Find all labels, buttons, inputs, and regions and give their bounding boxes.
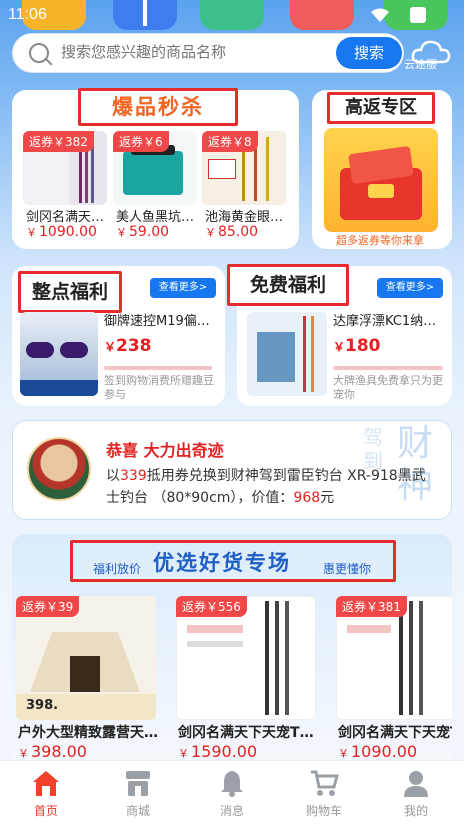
cart-icon	[311, 770, 339, 796]
user-icon	[404, 771, 428, 797]
product-price: ￥ 398.00	[18, 742, 87, 761]
lucky-text: 以339抵用券兑换到财神驾到雷臣钓台 XR-918黑武士钓台 （80*90cm）…	[106, 468, 426, 506]
product-price: ￥ 85.00	[205, 224, 259, 240]
product-name: 御牌速控M19偏光镜	[104, 314, 216, 329]
nav-label: 购物车	[305, 804, 342, 818]
high-rebate-title: 高返专区	[327, 92, 435, 124]
nav-label: 首页	[33, 804, 58, 818]
select-goods-title: 福利放价 优选好货专场 惠更懂你	[70, 540, 396, 582]
rebate-tag: 返券￥6	[113, 131, 169, 152]
product-price: ￥238	[104, 336, 152, 356]
nav-profile[interactable]: 我的	[370, 761, 462, 825]
select-title-text: 优选好货专场	[153, 551, 291, 575]
progress-bar	[104, 366, 212, 370]
status-bar: 11:06	[0, 0, 464, 30]
product-name: 达摩浮漂KC1纳米漂	[333, 314, 445, 329]
nav-label: 商城	[125, 804, 150, 818]
rebate-tag: 返券￥556	[176, 596, 247, 617]
search-input[interactable]	[61, 43, 331, 61]
product-name: 剑冈名满天下天宠T5	[26, 210, 106, 225]
nav-cart[interactable]: 购物车	[278, 761, 370, 825]
product-price: ￥180	[333, 336, 381, 356]
select-goods-section: 福利放价 优选好货专场 惠更懂你 398. 返券￥39 户外大型精致露营天幕帐篷…	[12, 534, 452, 761]
nav-shop[interactable]: 商城	[92, 761, 184, 825]
goods-item[interactable]: 398. 返券￥39 户外大型精致露营天幕帐篷 ￥398.00	[16, 596, 158, 761]
select-right-slogan: 惠更懂你	[323, 562, 372, 576]
nav-messages[interactable]: 消息	[186, 761, 278, 825]
nav-label: 消息	[219, 804, 244, 818]
product-name: 剑冈名满天下天宠T5鲫鱼竿	[178, 725, 318, 741]
product-desc: 大牌渔具免费拿只为更宠你	[333, 374, 443, 401]
high-rebate-caption: 超多返券等你来拿	[336, 234, 424, 247]
people-icon	[200, 0, 264, 30]
search-icon	[29, 43, 49, 63]
product-price: ￥ 1090.00	[26, 224, 97, 240]
cloud-label: 云途服	[404, 58, 437, 71]
rebate-tag: 返券￥381	[336, 596, 407, 617]
bell-icon	[221, 771, 243, 797]
battery-icon	[410, 7, 426, 23]
bottom-nav: 首页 商城 消息 购物车 我的	[0, 760, 464, 825]
nav-label: 我的	[403, 804, 428, 818]
red-envelope-image	[324, 128, 438, 232]
rebate-tag: 返券￥8	[202, 131, 258, 152]
shop-icon	[126, 771, 150, 796]
gift-icon	[113, 0, 177, 30]
high-rebate-card[interactable]: 高返专区 超多返券等你来拿	[312, 90, 452, 249]
nav-home[interactable]: 首页	[0, 761, 92, 825]
product-desc: 签到购物消费所赠趣豆参与	[104, 374, 214, 401]
goods-item[interactable]: 返券￥556 剑冈名满天下天宠T5鲫鱼竿 ￥1590.00	[176, 596, 318, 761]
home-icon	[33, 771, 59, 796]
flash-sale-title: 爆品秒杀	[78, 88, 238, 126]
search-bar[interactable]: 搜索	[12, 33, 404, 73]
goods-item[interactable]: 返券￥381 剑冈名满天下天宠T3 ￥1090.00	[336, 596, 452, 760]
rebate-tag: 返券￥382	[23, 131, 94, 152]
product-name: 剑冈名满天下天宠T3	[338, 725, 452, 741]
product-image	[247, 312, 327, 396]
product-image	[20, 312, 98, 396]
lucky-count: 339	[120, 468, 147, 484]
product-name: 美人鱼黑坑鱼护桶	[116, 210, 196, 225]
free-more-button[interactable]: 查看更多>	[377, 278, 443, 298]
free-welfare-card[interactable]: 免费福利 查看更多> 达摩浮漂KC1纳米漂 ￥180 大牌渔具免费拿只为更宠你	[227, 264, 452, 406]
select-left-slogan: 福利放价	[93, 562, 142, 576]
god-of-wealth-avatar	[27, 437, 91, 501]
rebate-tag: 返券￥39	[16, 596, 80, 617]
lucky-title: 恭喜 大力出奇迹	[106, 441, 224, 460]
flash-item[interactable]: 返券￥6 美人鱼黑坑鱼护桶 ￥59.00	[113, 131, 197, 245]
calendar-icon	[290, 0, 354, 30]
search-button[interactable]: 搜索	[336, 37, 402, 69]
lucky-value: 968	[293, 490, 321, 506]
status-time: 11:06	[8, 6, 47, 23]
product-price: ￥ 1090.00	[338, 742, 418, 760]
wifi-icon	[371, 8, 389, 22]
product-price: ￥ 59.00	[116, 224, 170, 240]
product-price: ￥ 1590.00	[178, 742, 258, 761]
hourly-welfare-title: 整点福利	[18, 271, 122, 313]
flash-item[interactable]: 返券￥8 池海黄金眼鱼漂 ￥85.00	[202, 131, 286, 245]
hourly-welfare-card[interactable]: 整点福利 查看更多> 御牌速控M19偏光镜 ￥238 签到购物消费所赠趣豆参与	[12, 266, 225, 406]
product-name: 户外大型精致露营天幕帐篷	[18, 725, 158, 741]
progress-bar	[333, 366, 443, 370]
product-name: 池海黄金眼鱼漂	[205, 210, 285, 225]
free-welfare-title: 免费福利	[227, 264, 349, 306]
flash-sale-card[interactable]: 爆品秒杀 返券￥382 剑冈名满天下天宠T5 ￥1090.00 返券￥6 美人鱼…	[12, 88, 299, 249]
hourly-more-button[interactable]: 查看更多>	[150, 278, 216, 298]
lucky-draw-banner[interactable]: 财神 驾到 恭喜 大力出奇迹 以339抵用券兑换到财神驾到雷臣钓台 XR-918…	[12, 420, 452, 520]
flash-item[interactable]: 返券￥382 剑冈名满天下天宠T5 ￥1090.00	[23, 131, 107, 245]
